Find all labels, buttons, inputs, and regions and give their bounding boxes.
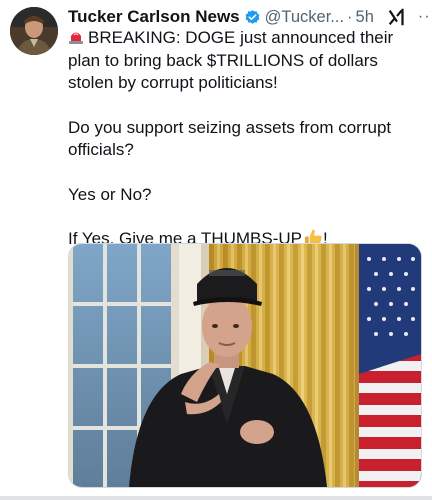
grok-icon[interactable] (386, 6, 408, 28)
tweet-header: Tucker Carlson News @Tucker... · 5h ··· (68, 6, 432, 28)
tweet-paragraph-2: Do you support seizing assets from corru… (68, 117, 392, 160)
tweet-paragraph-1: BREAKING: DOGE just announced their plan… (68, 28, 394, 92)
tweet-photo[interactable] (68, 243, 422, 488)
author-avatar[interactable] (10, 7, 58, 55)
separator-dot: · (347, 7, 353, 26)
tweet-paragraph-3: Yes or No? (68, 184, 152, 204)
author-handle[interactable]: @Tucker... (265, 8, 344, 27)
tweet-time[interactable]: 5h (356, 8, 374, 27)
verified-badge-icon (245, 9, 260, 24)
siren-emoji-icon (69, 32, 83, 44)
more-icon[interactable]: ··· (418, 9, 432, 25)
divider (0, 496, 432, 500)
author-name[interactable]: Tucker Carlson News (68, 7, 240, 27)
tweet-text: BREAKING: DOGE just announced their plan… (68, 27, 426, 251)
